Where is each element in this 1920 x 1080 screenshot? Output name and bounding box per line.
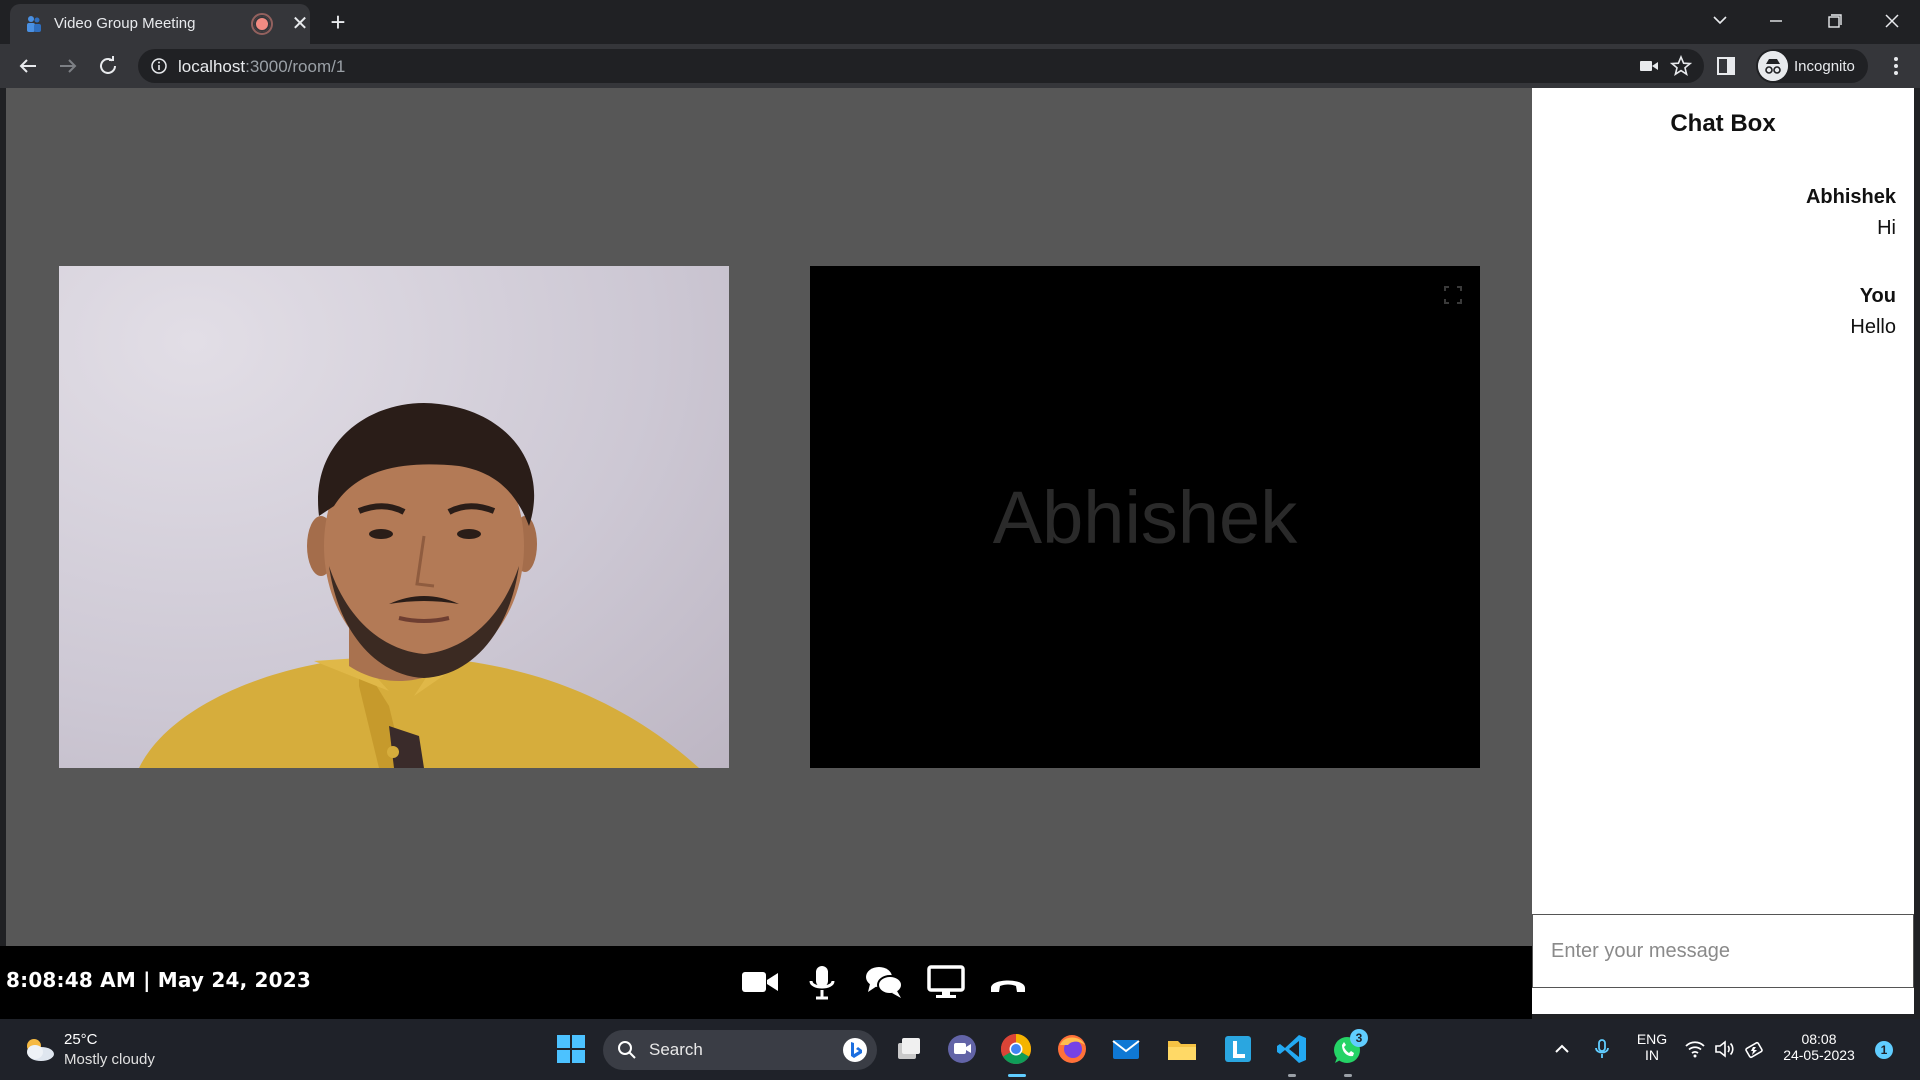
chat-message: You Hello [1850,285,1896,339]
remote-participant-name: Abhishek [992,475,1298,559]
incognito-profile-button[interactable]: Incognito [1756,49,1868,83]
input-language[interactable]: ENG IN [1632,1031,1672,1063]
toggle-chat-button[interactable] [864,964,904,1000]
tab-title: Video Group Meeting [54,15,196,32]
incognito-label: Incognito [1794,58,1855,75]
url-text: localhost:3000/room/1 [178,57,345,77]
file-explorer-icon[interactable] [1164,1031,1200,1067]
windows-start-icon[interactable] [553,1031,589,1067]
chat-message: Abhishek Hi [1806,186,1896,240]
bing-icon[interactable] [841,1036,869,1064]
end-call-button[interactable] [988,964,1028,1000]
browser-tab-strip: Video Group Meeting ✕ + [0,0,1920,44]
site-info-icon[interactable] [150,57,168,75]
task-view-icon[interactable] [890,1031,926,1067]
window-close-icon[interactable] [1872,6,1912,36]
taskbar-search[interactable]: Search [603,1030,877,1070]
reload-icon[interactable] [94,52,122,80]
screen-share-icon [927,965,965,998]
browser-menu-icon[interactable] [1884,54,1908,78]
browser-toolbar: localhost:3000/room/1 Incognito [0,44,1920,88]
message-text: Hi [1877,217,1896,239]
fullscreen-icon[interactable] [1444,286,1462,304]
bookmark-star-icon[interactable] [1670,55,1692,77]
minimize-icon[interactable] [1756,6,1796,36]
participant-camera-image [139,402,699,768]
browser-tab[interactable]: Video Group Meeting ✕ [10,4,310,44]
tab-search-icon[interactable] [1700,6,1740,36]
weather-description: Mostly cloudy [64,1051,155,1068]
meeting-favicon-icon [27,16,41,32]
restore-icon[interactable] [1814,6,1854,36]
chat-title: Chat Box [1670,110,1776,137]
close-tab-icon[interactable]: ✕ [288,12,312,36]
toggle-mic-button[interactable] [802,964,842,1000]
meeting-clock: 8:08:48 AM | May 24, 2023 [6,968,311,992]
mic-tray-icon[interactable] [1590,1037,1614,1061]
region-code: IN [1645,1047,1659,1063]
incognito-icon [1758,51,1788,81]
battery-charging-icon[interactable] [1744,1038,1766,1060]
search-label: Search [649,1040,703,1059]
search-icon [618,1041,636,1059]
chat-panel: Chat Box Abhishek Hi You Hello [1532,88,1914,1014]
meeting-page: Abhishek 8:08:48 AM | May 24, 2023 Chat … [0,88,1920,1019]
whatsapp-running-indicator [1344,1074,1352,1077]
notification-count-badge[interactable]: 1 [1875,1041,1893,1059]
wifi-icon[interactable] [1684,1038,1706,1060]
end-call-icon [991,980,1025,992]
clock-date: 24-05-2023 [1783,1047,1855,1063]
address-bar[interactable]: localhost:3000/room/1 [138,49,1704,83]
clock-time: 08:08 [1801,1031,1837,1047]
language-code: ENG [1636,1031,1668,1047]
system-clock[interactable]: 08:08 24-05-2023 [1782,1031,1856,1063]
url-path: :3000/room/1 [245,57,346,76]
url-host: localhost [178,57,246,76]
mail-icon[interactable] [1108,1031,1144,1067]
vscode-icon[interactable] [1274,1031,1310,1067]
vscode-running-indicator [1288,1074,1296,1077]
cloudy-weather-icon [27,1039,54,1061]
local-video-tile[interactable] [59,266,729,768]
message-text: Hello [1850,316,1896,338]
chevron-up-icon[interactable] [1550,1037,1574,1061]
firefox-icon[interactable] [1054,1031,1090,1067]
chat-icon [866,967,903,998]
chat-message-input[interactable] [1532,914,1914,988]
recording-indicator-icon [251,13,273,35]
l-app-icon[interactable] [1220,1031,1256,1067]
remote-video-tile[interactable]: Abhishek [810,266,1480,768]
chrome-active-indicator [1008,1074,1026,1077]
video-camera-icon [742,972,778,992]
camera-in-use-icon[interactable] [1638,57,1660,75]
video-grid: Abhishek [6,88,1532,946]
microphone-icon [809,966,835,1000]
weather-temperature: 25°C [64,1031,98,1048]
whatsapp-unread-badge: 3 [1350,1029,1368,1047]
forward-arrow-icon[interactable] [54,52,82,80]
message-sender: Abhishek [1805,186,1896,208]
meeting-control-bar: 8:08:48 AM | May 24, 2023 [0,946,1532,1019]
windows-taskbar: 25°C Mostly cloudy Search 3 ENG IN 08:08… [0,1019,1920,1080]
new-tab-button[interactable]: + [324,8,352,36]
message-sender: You [1859,285,1896,307]
page-right-gutter [1914,88,1920,1019]
toggle-video-button[interactable] [740,964,780,1000]
volume-icon[interactable] [1714,1038,1736,1060]
screen-share-button[interactable] [926,964,966,1000]
chrome-icon[interactable] [998,1031,1034,1067]
back-arrow-icon[interactable] [14,52,42,80]
side-panel-icon[interactable] [1716,56,1736,76]
teams-chat-icon[interactable] [944,1031,980,1067]
